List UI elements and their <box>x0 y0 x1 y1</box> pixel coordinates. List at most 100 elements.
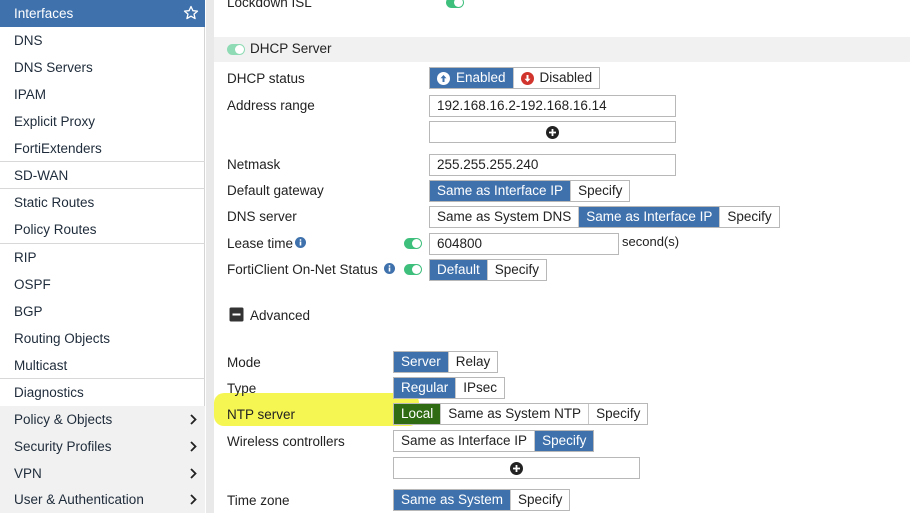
disabled-label: Disabled <box>539 70 593 85</box>
chevron-right-icon <box>190 468 197 479</box>
chevron-right-icon <box>190 441 197 452</box>
type-label: Type <box>227 381 257 396</box>
sidebar-item-dns-servers[interactable]: DNS Servers <box>0 54 205 81</box>
sidebar-item-label: DNS Servers <box>14 60 93 75</box>
arrow-down-circle-icon <box>520 71 534 85</box>
sidebar-item-ipam[interactable]: IPAM <box>0 81 205 108</box>
sidebar-item-security-profiles[interactable]: Security Profiles <box>0 433 205 460</box>
lease-time-label: Lease time <box>227 236 294 251</box>
wireless-same-as-interface-option[interactable]: Same as Interface IP <box>394 431 536 451</box>
sidebar-item-sd-wan[interactable]: SD-WAN <box>0 162 205 189</box>
add-address-range-button[interactable] <box>429 121 676 143</box>
dhcp-section-title: DHCP Server <box>250 41 332 56</box>
enabled-label: Enabled <box>456 70 506 85</box>
type-regular-option[interactable]: Regular <box>394 378 457 398</box>
sidebar-item-label: RIP <box>14 250 37 265</box>
sidebar-item-label: Policy & Objects <box>14 412 113 427</box>
star-icon[interactable] <box>183 5 199 21</box>
dhcp-form: Lockdown ISL DHCP Server DHCP status Ena… <box>214 0 910 513</box>
dhcp-status-label: DHCP status <box>227 71 305 86</box>
ntp-local-option[interactable]: Local <box>394 404 442 424</box>
sidebar-item-rip[interactable]: RIP <box>0 244 205 271</box>
netmask-label: Netmask <box>227 157 281 172</box>
sidebar-item-user-authentication[interactable]: User & Authentication <box>0 486 205 513</box>
sidebar-item-vpn[interactable]: VPN <box>0 460 205 487</box>
wireless-controllers-label: Wireless controllers <box>227 434 345 449</box>
wireless-controllers-toggle: Same as Interface IP Specify <box>393 430 595 452</box>
sidebar-item-label: User & Authentication <box>14 492 144 507</box>
enabled-option[interactable]: Enabled <box>430 68 514 88</box>
lockdown-isl-toggle[interactable] <box>446 0 464 8</box>
ntp-specify-option[interactable]: Specify <box>589 404 647 424</box>
sidebar-item-multicast[interactable]: Multicast <box>0 352 205 379</box>
sidebar-item-label: FortiExtenders <box>14 141 102 156</box>
sidebar-item-explicit-proxy[interactable]: Explicit Proxy <box>0 108 205 135</box>
sidebar: Interfaces DNS DNS Servers IPAM Explicit… <box>0 0 205 513</box>
lease-time-toggle[interactable] <box>404 238 422 249</box>
sidebar-item-label: SD-WAN <box>14 168 69 183</box>
mode-label: Mode <box>227 355 261 370</box>
sidebar-item-label: Explicit Proxy <box>14 114 96 129</box>
chevron-right-icon <box>190 414 197 425</box>
plus-circle-icon <box>510 461 523 475</box>
dns-server-toggle: Same as System DNS Same as Interface IP … <box>429 206 780 228</box>
sidebar-item-label: Routing Objects <box>14 331 111 346</box>
gateway-specify-option[interactable]: Specify <box>571 181 629 201</box>
sidebar-item-dns[interactable]: DNS <box>0 27 205 54</box>
dns-same-as-interface-option[interactable]: Same as Interface IP <box>579 207 721 227</box>
sidebar-item-static-routes[interactable]: Static Routes <box>0 189 205 216</box>
sidebar-item-fortiextenders[interactable]: FortiExtenders <box>0 135 205 162</box>
info-icon[interactable] <box>295 237 306 248</box>
sidebar-item-policy-objects[interactable]: Policy & Objects <box>0 406 205 433</box>
dhcp-server-toggle[interactable] <box>227 44 245 55</box>
dns-server-label: DNS server <box>227 209 297 224</box>
type-ipsec-option[interactable]: IPsec <box>456 378 504 398</box>
sidebar-item-routing-objects[interactable]: Routing Objects <box>0 325 205 352</box>
sidebar-item-label: Diagnostics <box>14 385 84 400</box>
type-toggle: Regular IPsec <box>393 377 506 399</box>
arrow-up-circle-icon <box>437 71 450 85</box>
wireless-specify-option[interactable]: Specify <box>535 431 594 451</box>
info-icon[interactable] <box>384 263 395 274</box>
panel-divider <box>206 0 214 513</box>
timezone-same-as-system-option[interactable]: Same as System <box>394 490 512 510</box>
time-zone-toggle: Same as System Specify <box>393 489 571 511</box>
sidebar-item-label: Static Routes <box>14 195 95 210</box>
time-zone-label: Time zone <box>227 493 290 508</box>
gateway-same-as-interface-option[interactable]: Same as Interface IP <box>430 181 572 201</box>
collapse-icon[interactable] <box>229 307 244 322</box>
mode-server-option[interactable]: Server <box>394 352 449 372</box>
lockdown-isl-label: Lockdown ISL <box>227 0 312 10</box>
address-range-label: Address range <box>227 98 315 113</box>
forticlient-specify-option[interactable]: Specify <box>488 260 546 280</box>
dhcp-status-toggle: Enabled Disabled <box>429 67 601 89</box>
sidebar-item-policy-routes[interactable]: Policy Routes <box>0 216 205 243</box>
advanced-label: Advanced <box>250 308 311 323</box>
dns-specify-option[interactable]: Specify <box>720 207 778 227</box>
forticlient-status-toggle: Default Specify <box>429 259 548 281</box>
address-range-input[interactable]: 192.168.16.2-192.168.16.14 <box>429 95 676 117</box>
forticlient-default-option[interactable]: Default <box>430 260 488 280</box>
sidebar-item-bgp[interactable]: BGP <box>0 298 205 325</box>
ntp-server-toggle: Local Same as System NTP Specify <box>393 403 649 425</box>
sidebar-item-label: VPN <box>14 466 42 481</box>
ntp-server-label: NTP server <box>227 407 296 422</box>
ntp-same-as-system-option[interactable]: Same as System NTP <box>441 404 590 424</box>
default-gateway-label: Default gateway <box>227 183 324 198</box>
netmask-input[interactable]: 255.255.255.240 <box>429 154 676 176</box>
sidebar-item-label: IPAM <box>14 87 47 102</box>
sidebar-item-label: BGP <box>14 304 43 319</box>
sidebar-item-diagnostics[interactable]: Diagnostics <box>0 379 205 406</box>
mode-toggle: Server Relay <box>393 351 499 373</box>
lease-time-input[interactable]: 604800 <box>429 233 619 255</box>
add-wireless-controller-button[interactable] <box>393 457 640 479</box>
mode-relay-option[interactable]: Relay <box>449 352 498 372</box>
sidebar-item-label: DNS <box>14 33 43 48</box>
timezone-specify-option[interactable]: Specify <box>511 490 569 510</box>
plus-circle-icon <box>546 125 559 139</box>
dns-same-as-system-option[interactable]: Same as System DNS <box>430 207 580 227</box>
forticlient-toggle[interactable] <box>404 264 422 275</box>
disabled-option[interactable]: Disabled <box>514 68 600 88</box>
sidebar-item-interfaces[interactable]: Interfaces <box>0 0 205 27</box>
sidebar-item-ospf[interactable]: OSPF <box>0 271 205 298</box>
